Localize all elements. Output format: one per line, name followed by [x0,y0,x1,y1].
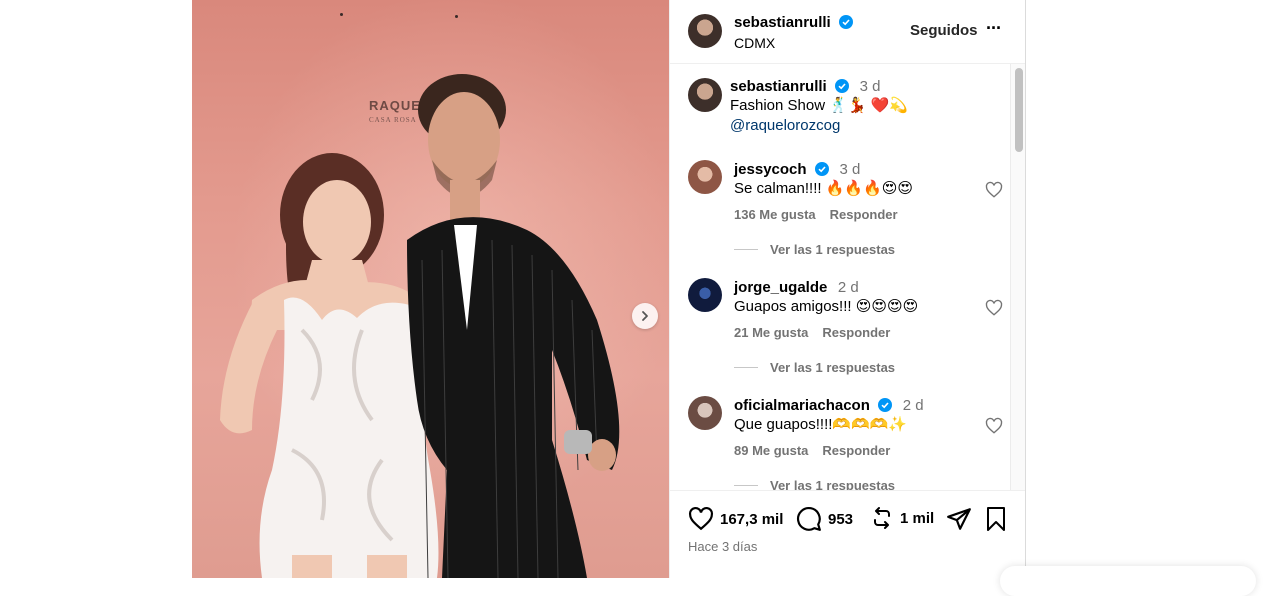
comments-scrollbar-thumb[interactable] [1015,68,1023,152]
repost-icon[interactable] [870,506,894,530]
comment-text: Guapos amigos!!! 😍😍😍😍 [734,298,919,315]
comment-likes[interactable]: 136 Me gusta [734,207,816,222]
comment-likes[interactable]: 21 Me gusta [734,325,808,340]
post-header: sebastianrulli CDMX Seguidos ··· [670,0,1025,64]
replies-line [734,249,758,250]
heart-outline-icon[interactable] [985,299,1003,317]
reply-button[interactable]: Responder [830,207,898,222]
comment-username[interactable]: oficialmariachacon [734,397,870,414]
comment-action[interactable]: 953 [796,506,853,532]
verified-badge-icon [815,162,829,176]
author-info: sebastianrulli CDMX [734,14,854,51]
heart-outline-icon[interactable] [985,181,1003,199]
comments-section: sebastianrulli 3 d Fashion Show 🕺💃 ❤️💫 @… [670,64,1025,490]
caption-text: Fashion Show 🕺💃 ❤️💫 [730,97,909,114]
reposts-count[interactable]: 1 mil [900,510,934,527]
caption: sebastianrulli 3 d Fashion Show 🕺💃 ❤️💫 @… [730,78,1025,136]
following-button[interactable]: Seguidos [910,22,978,39]
replies-line [734,367,758,368]
author-avatar[interactable] [688,14,722,48]
author-username[interactable]: sebastianrulli [734,14,831,31]
location-label[interactable]: CDMX [734,35,853,51]
comment-item: jorge_ugalde 2 d Guapos amigos!!! 😍😍😍😍 2… [734,279,1025,375]
replies-line [734,485,758,486]
action-bar [670,490,1025,578]
verified-badge-icon [835,79,850,93]
caption-username[interactable]: sebastianrulli [730,78,827,95]
comment-text: Que guapos!!!!🫶🫶🫶✨ [734,416,908,433]
more-options-icon[interactable]: ··· [986,18,1002,39]
save-bookmark-icon[interactable] [984,506,1008,532]
heart-outline-icon[interactable] [985,417,1003,435]
reply-button[interactable]: Responder [822,443,890,458]
comment-username[interactable]: jorge_ugalde [734,279,827,296]
comment-time: 2 d [902,397,924,414]
like-action[interactable]: 167,3 mil [688,506,783,532]
post-timestamp: Hace 3 días [688,539,758,554]
caption-mention-link[interactable]: @raquelorozcog [730,116,1025,136]
post-photo: RAQUEL CASA ROSA [192,0,669,578]
view-replies-button[interactable]: Ver las 1 respuestas [770,242,895,257]
likes-count[interactable]: 167,3 mil [720,511,783,528]
comment-likes[interactable]: 89 Me gusta [734,443,808,458]
comment-time: 3 d [839,161,861,178]
comment-avatar[interactable] [688,396,722,430]
comment-avatar[interactable] [688,278,722,312]
comment-item: oficialmariachacon 2 d Que guapos!!!!🫶🫶🫶… [734,397,1025,490]
comment-avatar[interactable] [688,160,722,194]
next-photo-button[interactable] [632,303,658,329]
view-replies-button[interactable]: Ver las 1 respuestas [770,478,895,490]
comment-text: Se calman!!!! 🔥🔥🔥😍😍 [734,180,914,197]
verified-badge-icon [878,398,893,412]
caption-time: 3 d [859,78,881,95]
view-replies-button[interactable]: Ver las 1 respuestas [770,360,895,375]
post-panel: sebastianrulli CDMX Seguidos ··· sebasti… [669,0,1026,578]
reply-button[interactable]: Responder [822,325,890,340]
people-illustration [220,74,620,578]
comment-time: 2 d [837,279,859,296]
repost-action[interactable]: 1 mil [870,506,934,530]
comment-bubble-icon[interactable] [796,506,822,532]
comments-count[interactable]: 953 [828,511,853,528]
comment-username[interactable]: jessycoch [734,161,807,178]
comment-item: jessycoch 3 d Se calman!!!! 🔥🔥🔥😍😍 136 Me… [734,161,1025,257]
share-icon[interactable] [946,506,972,532]
caption-avatar[interactable] [688,78,722,112]
verified-badge-icon [839,15,854,29]
chevron-right-icon [642,311,648,321]
messages-bubble[interactable] [1000,566,1256,596]
heart-icon[interactable] [688,506,714,532]
